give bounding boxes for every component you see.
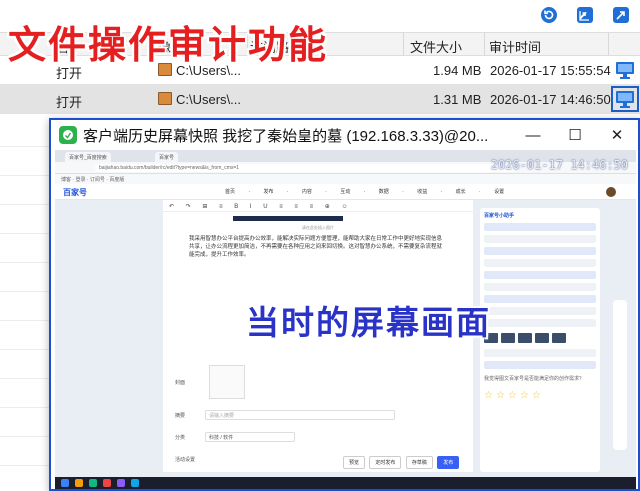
captured-actions: 预览 定时发布 存草稿 发布	[343, 456, 462, 469]
captured-tab: 百家号	[155, 152, 179, 162]
captured-summary-input: 请输入摘要	[205, 410, 395, 420]
feature-title-overlay: 文件操作审计功能	[8, 23, 329, 67]
captured-summary-label: 摘要	[175, 412, 186, 419]
snapshot-timestamp: 2026-01-17 14:46:50	[490, 158, 628, 172]
maximize-button[interactable]: ☐	[554, 120, 596, 150]
captured-more-label: 活动设置	[175, 456, 196, 463]
captured-draft-button: 存草稿	[405, 456, 433, 469]
captured-category-label: 分类	[175, 434, 186, 441]
captured-tab: 百家号_百度搜索	[65, 152, 111, 162]
captured-avatar	[606, 187, 616, 197]
app-icon	[59, 126, 77, 144]
share-icon[interactable]	[610, 4, 632, 26]
close-button[interactable]: ✕	[596, 120, 638, 150]
captured-rating-prompt: 我觉得图文百家号是否能满足你的创作需求？	[484, 376, 585, 382]
captured-publish-form: 封面 摘要 请输入摘要 分类 科技 / 软件 活动设置	[175, 360, 455, 470]
captured-editor-toolbar: ↶ ↷ ⊞ ≡ B I U ≡ ≡ ≡ ⊕ ☺	[163, 200, 473, 212]
captured-paragraph: 我采用智慧办公平台提高办公效率，能解决实际问题方便管理，能帮助大家在日常工作中更…	[189, 236, 443, 258]
captured-image-placeholder	[233, 216, 343, 221]
refresh-icon[interactable]	[538, 4, 560, 26]
table-row-selected[interactable]: 打开 C:\Users\... 1.31 MB 2026-01-17 14:46…	[0, 85, 640, 114]
row-action: 打开	[56, 95, 83, 110]
export-icon[interactable]	[574, 4, 596, 26]
captured-taskbar	[55, 477, 636, 489]
captured-category-select: 科技 / 软件	[205, 432, 295, 442]
captured-cover-box	[209, 365, 245, 399]
window-titlebar[interactable]: 客户端历史屏幕快照 我挖了秦始皇的墓 (192.168.3.33)@20... …	[51, 120, 638, 150]
captured-nav-items: 首页 · 发布 · 内容 · 互动 · 数据 · 收益 · 成长 · 设置	[225, 189, 505, 195]
screen-caption-overlay: 当时的屏幕画面	[246, 303, 491, 342]
row-size: 1.31 MB	[433, 92, 482, 107]
captured-cover-label: 封面	[175, 379, 186, 386]
captured-url: baijiahao.baidu.com/builder/rc/edit?type…	[95, 164, 515, 172]
view-screenshot-button[interactable]	[611, 86, 639, 112]
view-screenshot-button[interactable]	[614, 60, 636, 80]
captured-site-nav: 百家号 首页 · 发布 · 内容 · 互动 · 数据 · 收益 · 成长 · 设…	[55, 184, 636, 200]
captured-rating-stars: ☆☆☆☆☆	[484, 390, 544, 401]
captured-schedule-button: 定时发布	[369, 456, 402, 469]
monitor-icon	[616, 91, 634, 108]
row-time: 2026-01-17 14:46:50	[490, 92, 611, 107]
captured-site-logo: 百家号	[63, 188, 87, 197]
column-header-size[interactable]: 文件大小	[410, 37, 462, 56]
captured-thumbnails	[484, 333, 596, 343]
window-controls: — ☐ ✕	[512, 120, 638, 150]
captured-preview-button: 预览	[343, 456, 366, 469]
captured-publish-button: 发布	[437, 456, 460, 469]
column-header-time[interactable]: 审计时间	[489, 37, 541, 56]
row-path: C:\Users\...	[176, 92, 242, 107]
captured-bookmarks: 博客 · 登录 · 订阅号 · 百度版	[55, 174, 636, 184]
image-file-icon	[158, 92, 172, 105]
captured-assistant-title: 百家号小助手	[484, 213, 515, 219]
row-size: 1.94 MB	[433, 63, 482, 78]
monitor-icon	[616, 62, 634, 79]
window-title: 客户端历史屏幕快照 我挖了秦始皇的墓 (192.168.3.33)@20...	[83, 127, 489, 145]
captured-side-toolbar	[613, 300, 627, 450]
row-time: 2026-01-17 15:55:54	[490, 63, 611, 78]
top-toolbar	[538, 4, 632, 26]
minimize-button[interactable]: —	[512, 120, 554, 150]
captured-assistant-panel: 百家号小助手 我觉得图文百家号是否能满足你的创作需求？ ☆☆☆☆☆	[480, 208, 600, 472]
